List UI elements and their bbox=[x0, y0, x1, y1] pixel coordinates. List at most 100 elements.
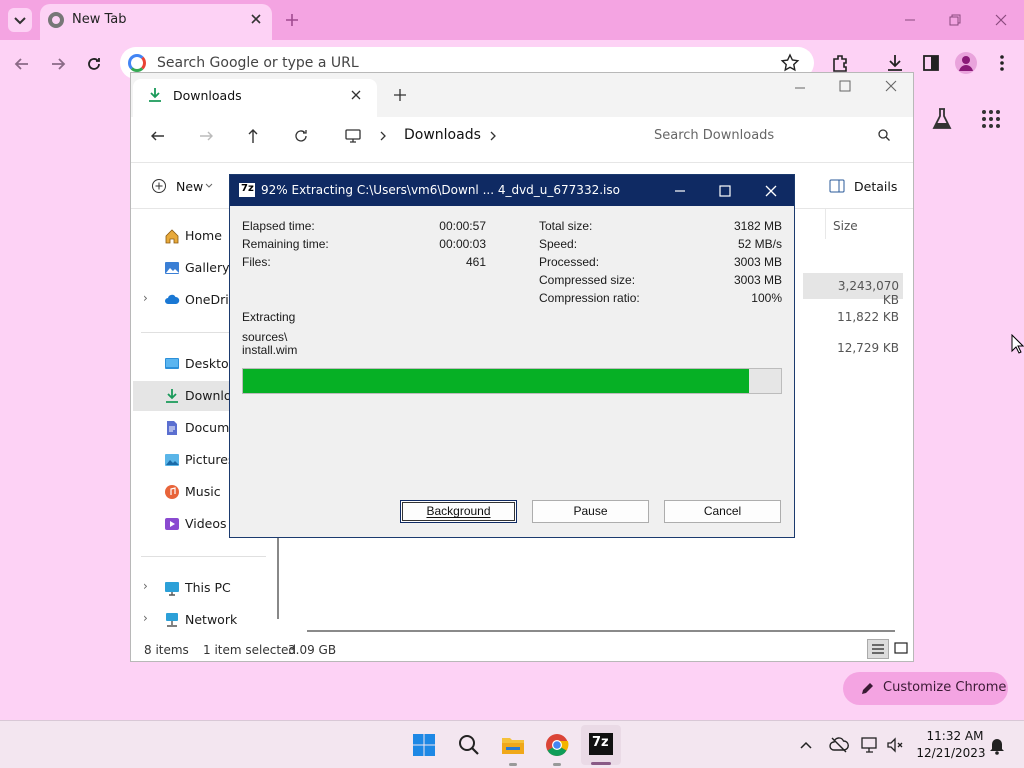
horizontal-scrollbar[interactable] bbox=[307, 630, 895, 632]
clock-time[interactable]: 11:32 AM bbox=[920, 729, 990, 743]
profile-avatar[interactable] bbox=[955, 52, 977, 74]
side-panel-button[interactable] bbox=[920, 52, 942, 74]
onedrive-tray-button[interactable] bbox=[829, 735, 849, 755]
plus-icon bbox=[394, 89, 406, 101]
notifications-button[interactable] bbox=[988, 735, 1006, 755]
sidebar-item-label: Pictures bbox=[185, 452, 229, 467]
taskbar-chrome[interactable] bbox=[545, 733, 569, 757]
chevron-right-icon[interactable]: › bbox=[143, 611, 148, 625]
explorer-close-button[interactable] bbox=[884, 79, 898, 93]
dialog-close-button[interactable] bbox=[763, 183, 779, 199]
sidebar-item-label: This PC bbox=[185, 580, 231, 595]
current-file: install.wim bbox=[242, 343, 298, 357]
sidebar-item-this-pc[interactable]: › This PC bbox=[131, 573, 281, 603]
tab-search-button[interactable] bbox=[8, 8, 32, 32]
close-icon bbox=[351, 90, 361, 100]
background-button-label: Background bbox=[426, 504, 491, 518]
explorer-forward-button[interactable] bbox=[197, 127, 215, 145]
customize-chrome-label: Customize Chrome bbox=[883, 680, 1007, 695]
customize-chrome-button[interactable]: Customize Chrome bbox=[843, 672, 1008, 705]
volume-tray-button[interactable] bbox=[885, 735, 905, 755]
speaker-muted-icon bbox=[887, 737, 903, 753]
selected-size: 3.09 GB bbox=[288, 643, 337, 657]
reload-button[interactable] bbox=[84, 54, 104, 74]
taskbar-indicator bbox=[509, 763, 517, 766]
search-icon bbox=[459, 735, 479, 755]
arrow-right-icon bbox=[200, 131, 213, 141]
downloads-button[interactable] bbox=[884, 52, 906, 74]
seven-zip-icon-text: 7z bbox=[592, 735, 609, 750]
star-icon bbox=[780, 53, 800, 72]
chevron-right-icon bbox=[488, 130, 498, 142]
chevron-right-icon[interactable]: › bbox=[143, 579, 148, 593]
explorer-refresh-button[interactable] bbox=[292, 127, 310, 145]
background-button[interactable]: Background bbox=[400, 500, 517, 523]
column-header-size[interactable]: Size bbox=[825, 209, 907, 239]
speed-value: 52 MB/s bbox=[737, 237, 782, 251]
taskbar-7zip[interactable]: 7z bbox=[581, 725, 621, 765]
tiles-view-icon bbox=[894, 642, 908, 654]
bookmark-star-button[interactable] bbox=[780, 53, 800, 73]
pc-icon bbox=[165, 582, 179, 596]
tiles-view-button[interactable] bbox=[892, 639, 910, 659]
chrome-restore-button[interactable] bbox=[947, 12, 963, 28]
search-icon bbox=[877, 128, 891, 142]
explorer-status-bar: 8 items 1 item selected 3.09 GB bbox=[131, 639, 913, 661]
clock-date[interactable]: 12/21/2023 bbox=[916, 746, 986, 760]
explorer-new-tab-button[interactable] bbox=[393, 88, 407, 102]
close-icon bbox=[995, 14, 1007, 26]
taskbar-search-button[interactable] bbox=[457, 733, 481, 757]
home-icon bbox=[165, 229, 179, 244]
reload-icon bbox=[295, 130, 307, 142]
back-button[interactable] bbox=[12, 54, 32, 74]
cancel-button[interactable]: Cancel bbox=[664, 500, 781, 523]
forward-button[interactable] bbox=[48, 54, 68, 74]
close-tab-button[interactable] bbox=[248, 11, 264, 27]
apps-grid-icon bbox=[982, 110, 1000, 128]
dialog-minimize-button[interactable] bbox=[672, 183, 688, 199]
explorer-minimize-button[interactable] bbox=[793, 81, 807, 95]
flask-icon bbox=[932, 108, 952, 129]
labs-button[interactable] bbox=[930, 106, 954, 132]
network-tray-button[interactable] bbox=[861, 735, 879, 755]
dialog-maximize-button[interactable] bbox=[717, 183, 733, 199]
total-size-label: Total size: bbox=[539, 219, 593, 233]
extract-progress-dialog: 7z 92% Extracting C:\Users\vm6\Downl ...… bbox=[229, 174, 795, 538]
chrome-minimize-button[interactable] bbox=[902, 12, 918, 28]
new-button[interactable]: New bbox=[149, 175, 215, 199]
explorer-up-button[interactable] bbox=[244, 127, 262, 145]
chevron-right-icon[interactable]: › bbox=[143, 291, 148, 305]
sidebar-item-label: Downloads bbox=[185, 388, 229, 403]
new-tab-button[interactable] bbox=[284, 12, 300, 28]
chevron-up-icon bbox=[800, 741, 812, 749]
current-path: sources\ bbox=[242, 330, 288, 344]
chrome-close-button[interactable] bbox=[993, 12, 1009, 28]
taskbar-indicator bbox=[553, 763, 561, 766]
close-icon bbox=[885, 80, 897, 92]
explorer-maximize-button[interactable] bbox=[838, 79, 852, 93]
download-icon bbox=[888, 55, 902, 71]
taskbar-file-explorer[interactable] bbox=[500, 732, 526, 758]
pause-button[interactable]: Pause bbox=[532, 500, 649, 523]
chrome-menu-button[interactable] bbox=[992, 52, 1012, 74]
details-view-button[interactable] bbox=[867, 639, 889, 659]
extensions-button[interactable] bbox=[830, 52, 852, 74]
start-button[interactable] bbox=[412, 733, 436, 757]
sidebar-divider bbox=[141, 556, 266, 557]
show-hidden-icons-button[interactable] bbox=[798, 737, 814, 753]
sidebar-item-network[interactable]: › Network bbox=[131, 605, 281, 635]
details-button[interactable]: Details bbox=[827, 175, 897, 199]
bell-icon bbox=[990, 739, 1004, 755]
apps-grid-button[interactable] bbox=[980, 108, 1002, 130]
navigation-pane-scrollbar[interactable] bbox=[277, 535, 279, 619]
explorer-tab-downloads[interactable] bbox=[133, 79, 377, 117]
monitor-icon bbox=[344, 127, 362, 145]
breadcrumb-downloads[interactable]: Downloads bbox=[404, 127, 481, 143]
explorer-close-tab-button[interactable] bbox=[349, 88, 363, 102]
explorer-back-button[interactable] bbox=[149, 127, 167, 145]
dialog-titlebar: 7z 92% Extracting C:\Users\vm6\Downl ...… bbox=[230, 175, 794, 206]
minimize-icon bbox=[675, 190, 685, 192]
file-size-cell: 12,729 KB bbox=[837, 341, 899, 355]
seven-zip-icon: 7z bbox=[589, 733, 613, 755]
sidebar-item-label: Network bbox=[185, 612, 238, 627]
